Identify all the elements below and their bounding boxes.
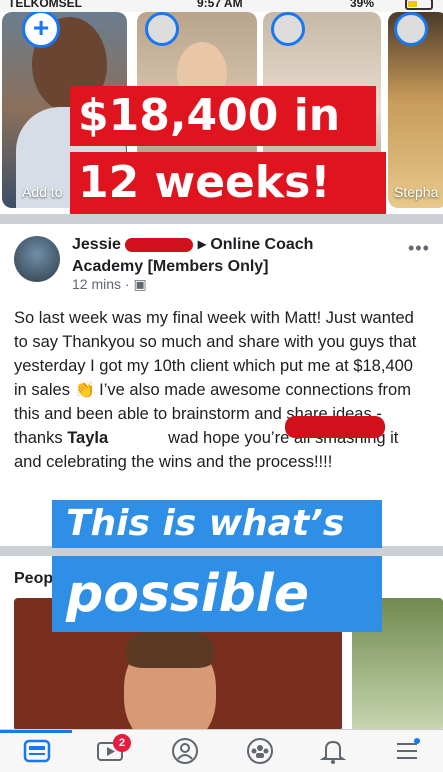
- redaction-mark: [285, 416, 385, 438]
- author-avatar[interactable]: [14, 236, 60, 282]
- feed-post: Jessie ▸ Online Coach Academy [Members O…: [0, 224, 443, 546]
- menu-icon: [397, 738, 420, 759]
- post-meta: 12 mins · ▣: [72, 276, 147, 292]
- overlay-headline-2: 12 weeks!: [70, 152, 386, 214]
- overlay-caption-1: This is what’s: [52, 500, 382, 548]
- redaction-mark: [125, 237, 194, 252]
- avatar: [271, 12, 305, 46]
- bell-icon: [319, 740, 347, 764]
- more-options-icon[interactable]: •••: [408, 238, 430, 259]
- group-name[interactable]: Online Coach: [210, 236, 313, 253]
- avatar: [394, 12, 428, 46]
- arrow-icon: ▸: [197, 236, 206, 253]
- bottom-tab-bar: 2: [0, 729, 443, 772]
- overlay-caption-2: possible: [52, 556, 382, 632]
- mention[interactable]: Tayla: [67, 429, 108, 447]
- divider: [0, 214, 443, 224]
- status-bar: TELKOMSEL 9:57 AM 39%: [0, 0, 443, 12]
- profile-icon: [172, 738, 198, 764]
- carrier: TELKOMSEL: [8, 0, 82, 10]
- clap-emoji-icon: 👏: [74, 381, 96, 399]
- story-label: Add to: [22, 184, 63, 200]
- battery-icon: [405, 0, 433, 10]
- author-name[interactable]: Jessie: [72, 236, 121, 253]
- tab-notifications[interactable]: [318, 736, 358, 768]
- tab-watch[interactable]: 2: [95, 734, 135, 768]
- tab-profile[interactable]: [170, 736, 210, 768]
- notification-badge: 2: [113, 734, 131, 752]
- group-name-cont[interactable]: Academy [Members Only]: [72, 258, 269, 275]
- section-title: Peop: [14, 570, 54, 587]
- story-label: Stepha: [394, 184, 439, 200]
- tab-news-feed[interactable]: [22, 736, 62, 768]
- post-header: Jessie ▸ Online Coach Academy [Members O…: [72, 234, 402, 278]
- story-card[interactable]: Stepha: [388, 12, 443, 208]
- tab-groups[interactable]: [245, 736, 285, 768]
- tab-menu[interactable]: [392, 736, 432, 768]
- avatar: [145, 12, 179, 46]
- members-icon: ▣: [133, 276, 147, 292]
- battery-percent: 39%: [350, 0, 375, 10]
- clock: 9:57 AM: [197, 0, 243, 10]
- active-tab-indicator: [0, 730, 72, 733]
- post-time[interactable]: 12 mins: [72, 276, 121, 292]
- news-feed-icon: [23, 739, 51, 763]
- groups-icon: [247, 738, 273, 764]
- overlay-headline-1: $18,400 in: [70, 86, 376, 146]
- post-body: So last week was my final week with Matt…: [14, 309, 417, 471]
